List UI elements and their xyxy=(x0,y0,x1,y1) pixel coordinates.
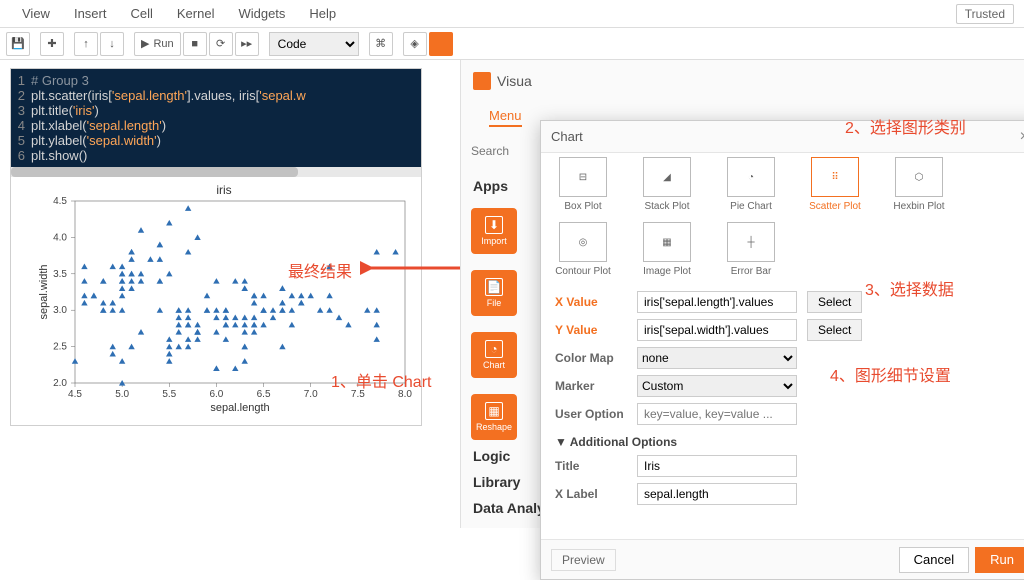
user-option-label: User Option xyxy=(555,407,627,421)
xlabel-input[interactable] xyxy=(637,483,797,505)
svg-text:5.5: 5.5 xyxy=(162,389,176,400)
marker-select[interactable]: Custom xyxy=(637,375,797,397)
toolbar: 💾 ✚ ↑ ↓ ▶ Run ■ ⟳ ▸▸ Code ⌘ ◈ xyxy=(0,28,1024,60)
chart-type-pie-chart[interactable]: ◔Pie Chart xyxy=(723,157,779,212)
menu-view[interactable]: View xyxy=(10,6,62,21)
svg-text:7.0: 7.0 xyxy=(304,389,318,400)
dialog-header[interactable]: Chart × xyxy=(541,121,1024,153)
cat-data-analy[interactable]: Data Analy xyxy=(473,500,545,516)
y-value-label: Y Value xyxy=(555,323,627,337)
code-editor[interactable]: 1# Group 32plt.scatter(iris['sepal.lengt… xyxy=(11,69,421,167)
menu-help[interactable]: Help xyxy=(297,6,348,21)
cat-library[interactable]: Library xyxy=(473,474,520,490)
celltype-select[interactable]: Code xyxy=(269,32,359,56)
chart-output: iris 4.5 5.0 5.5 6.0 6.5 7.0 7.5 8.0 2.0 2.5 3.0 3.… xyxy=(11,177,421,425)
dialog-title: Chart xyxy=(551,129,583,144)
dialog-run-button[interactable]: Run xyxy=(975,547,1024,573)
marker-label: Marker xyxy=(555,379,627,393)
chart-type-error-bar[interactable]: ┼Error Bar xyxy=(723,222,779,277)
title-input[interactable] xyxy=(637,455,797,477)
chart-type-grid: ⊟Box Plot ◢Stack Plot ◔Pie Chart ⠿Scatter P… xyxy=(541,153,1024,283)
x-value-input[interactable] xyxy=(637,291,797,313)
restart-run-icon[interactable]: ▸▸ xyxy=(235,32,259,56)
additional-options-toggle[interactable]: ▼ Additional Options xyxy=(555,435,1024,449)
xlabel-label: X Label xyxy=(555,487,627,501)
svg-text:8.0: 8.0 xyxy=(398,389,412,400)
svg-text:2.5: 2.5 xyxy=(53,342,67,353)
svg-text:5.0: 5.0 xyxy=(115,389,129,400)
chart-type-image-plot[interactable]: ▦Image Plot xyxy=(639,222,695,277)
cancel-button[interactable]: Cancel xyxy=(899,547,969,573)
svg-text:6.0: 6.0 xyxy=(209,389,223,400)
svg-text:sepal.width: sepal.width xyxy=(38,264,50,319)
command-palette-icon[interactable]: ⌘ xyxy=(369,32,393,56)
preview-button[interactable]: Preview xyxy=(551,549,616,571)
close-icon[interactable]: × xyxy=(1020,128,1024,146)
side-menu-tab[interactable]: Menu xyxy=(489,108,522,127)
visual-python-icon[interactable] xyxy=(429,32,453,56)
chart-type-scatter-plot[interactable]: ⠿Scatter Plot xyxy=(807,157,863,212)
cat-logic[interactable]: Logic xyxy=(473,448,510,464)
chart-title: iris xyxy=(35,183,413,197)
svg-text:3.5: 3.5 xyxy=(53,269,67,280)
dialog-footer: Preview Cancel Run xyxy=(541,539,1024,579)
colormap-label: Color Map xyxy=(555,351,627,365)
svg-text:sepal.length: sepal.length xyxy=(210,402,269,414)
menu-cell[interactable]: Cell xyxy=(118,6,164,21)
insert-below-icon[interactable]: ✚ xyxy=(40,32,64,56)
scatter-plot: 4.5 5.0 5.5 6.0 6.5 7.0 7.5 8.0 2.0 2.5 3.0 3.5 4.0 4… xyxy=(35,197,415,417)
svg-text:4.5: 4.5 xyxy=(53,197,67,207)
chart-dialog: Chart × ⊟Box Plot ◢Stack Plot ◔Pie Chart ⠿S… xyxy=(540,120,1024,580)
menu-widgets[interactable]: Widgets xyxy=(226,6,297,21)
horizontal-scrollbar[interactable] xyxy=(11,167,421,177)
interrupt-icon[interactable]: ■ xyxy=(183,32,207,56)
menu-insert[interactable]: Insert xyxy=(62,6,119,21)
menubar: View Insert Cell Kernel Widgets Help Tru… xyxy=(0,0,1024,28)
user-option-input[interactable] xyxy=(637,403,797,425)
chart-type-stack-plot[interactable]: ◢Stack Plot xyxy=(639,157,695,212)
svg-text:7.5: 7.5 xyxy=(351,389,365,400)
svg-text:4.0: 4.0 xyxy=(53,232,67,243)
app-file[interactable]: 📄File xyxy=(471,270,517,316)
svg-text:2.0: 2.0 xyxy=(53,378,67,389)
svg-text:3.0: 3.0 xyxy=(53,305,67,316)
app-import[interactable]: ⬇Import xyxy=(471,208,517,254)
x-value-label: X Value xyxy=(555,295,627,309)
side-logo: Visua xyxy=(473,72,532,90)
app-chart[interactable]: ◔Chart xyxy=(471,332,517,378)
chart-type-contour-plot[interactable]: ◎Contour Plot xyxy=(555,222,611,277)
ext-icon[interactable]: ◈ xyxy=(403,32,427,56)
x-select-button[interactable]: Select xyxy=(807,291,862,313)
save-icon[interactable]: 💾 xyxy=(6,32,30,56)
svg-text:4.5: 4.5 xyxy=(68,389,82,400)
apps-heading: Apps xyxy=(473,178,508,194)
y-select-button[interactable]: Select xyxy=(807,319,862,341)
trusted-badge[interactable]: Trusted xyxy=(956,4,1014,24)
run-label: Run xyxy=(153,38,173,50)
y-value-input[interactable] xyxy=(637,319,797,341)
title-label: Title xyxy=(555,459,627,473)
restart-icon[interactable]: ⟳ xyxy=(209,32,233,56)
run-button[interactable]: ▶ Run xyxy=(134,32,181,56)
move-up-icon[interactable]: ↑ xyxy=(74,32,98,56)
app-reshape[interactable]: ▦Reshape xyxy=(471,394,517,440)
move-down-icon[interactable]: ↓ xyxy=(100,32,124,56)
code-cell[interactable]: 1# Group 32plt.scatter(iris['sepal.lengt… xyxy=(10,68,422,426)
menu-kernel[interactable]: Kernel xyxy=(165,6,227,21)
chart-type-hexbin-plot[interactable]: ⬡Hexbin Plot xyxy=(891,157,947,212)
chart-type-box-plot[interactable]: ⊟Box Plot xyxy=(555,157,611,212)
side-search[interactable] xyxy=(471,140,541,162)
colormap-select[interactable]: none xyxy=(637,347,797,369)
svg-text:6.5: 6.5 xyxy=(257,389,271,400)
